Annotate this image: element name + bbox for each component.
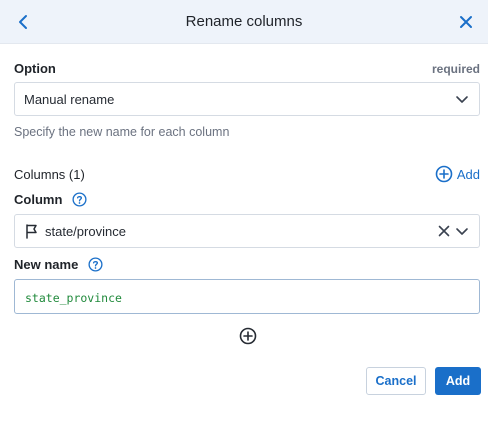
help-icon[interactable] (72, 192, 87, 207)
flag-icon (26, 224, 37, 239)
option-selected-value: Manual rename (24, 92, 115, 107)
column-select[interactable]: state/province (14, 214, 480, 248)
column-label: Column (14, 192, 63, 207)
help-icon[interactable] (88, 257, 103, 272)
plus-circle-icon (435, 165, 453, 183)
add-row-icon[interactable] (239, 327, 257, 345)
chevron-down-icon (456, 228, 468, 235)
option-hint: Specify the new name for each column (14, 125, 230, 139)
dialog-title: Rename columns (185, 13, 303, 30)
add-column-button[interactable]: Add (435, 164, 480, 184)
column-label-row: Column (14, 192, 87, 207)
option-label: Option (14, 61, 56, 76)
chevron-down-icon (456, 96, 468, 103)
required-indicator: required (431, 62, 480, 76)
columns-section-label: Columns (1) (14, 167, 85, 182)
new-name-input[interactable]: state_province (14, 279, 480, 314)
column-selected-value: state/province (45, 224, 126, 239)
option-select[interactable]: Manual rename (14, 82, 480, 116)
close-icon[interactable] (456, 12, 476, 32)
add-column-label: Add (456, 166, 480, 182)
new-name-value: state_province (25, 291, 122, 305)
clear-icon[interactable] (437, 224, 451, 238)
new-name-label: New name (14, 257, 79, 272)
add-button[interactable]: Add (435, 367, 481, 395)
dialog-header: Rename columns (0, 0, 488, 44)
new-name-label-row: New name (14, 257, 103, 272)
cancel-button[interactable]: Cancel (366, 367, 426, 395)
